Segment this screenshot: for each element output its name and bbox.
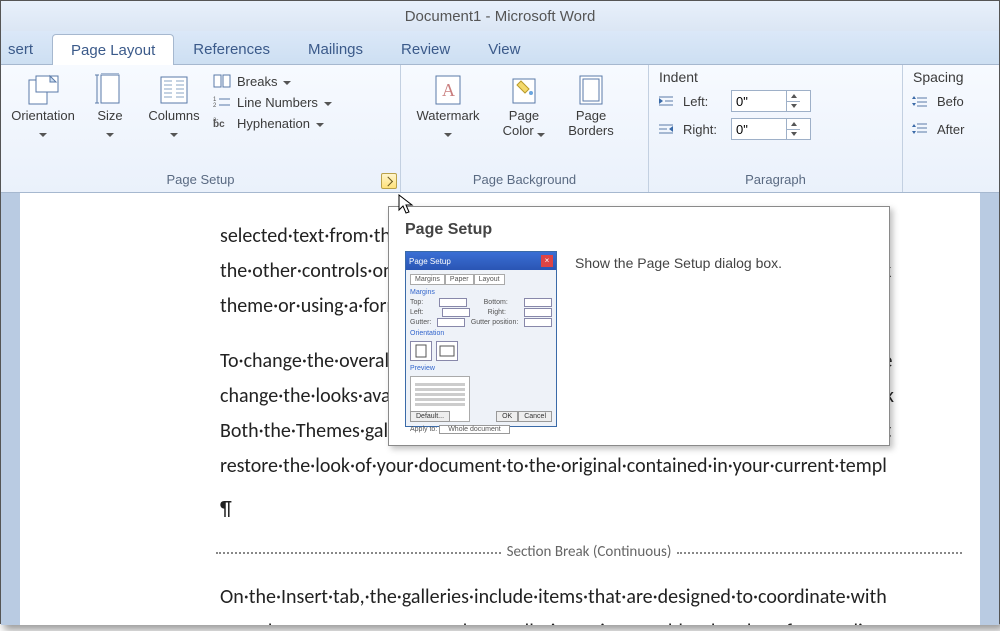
indent-left-label: Left: (683, 94, 727, 109)
chevron-down-icon (283, 81, 291, 85)
indent-right-input[interactable] (732, 119, 786, 139)
watermark-button[interactable]: A Watermark (409, 69, 487, 139)
tooltip-title: Page Setup (405, 221, 873, 239)
indent-left-input[interactable] (732, 91, 786, 111)
spacing-after-icon (911, 122, 933, 136)
pilcrow: ¶ (220, 494, 962, 525)
line-numbers-button[interactable]: 12 Line Numbers (213, 94, 332, 110)
tooltip-dialog-preview: Page Setup× MarginsPaperLayout Margins T… (405, 251, 557, 427)
spin-down[interactable] (787, 130, 800, 140)
group-paragraph-spacing: Spacing Befo After (903, 65, 999, 192)
page-color-icon (507, 73, 541, 107)
body-text: On·the·Insert·tab,·the·galleries·include… (220, 582, 962, 613)
tab-view[interactable]: View (469, 33, 539, 64)
page-setup-launcher[interactable] (381, 173, 397, 189)
tab-mailings[interactable]: Mailings (289, 33, 382, 64)
indent-right-spinner[interactable] (731, 118, 811, 140)
spacing-before-icon (911, 94, 933, 108)
breaks-button[interactable]: Breaks (213, 73, 332, 89)
svg-text:2: 2 (213, 103, 217, 109)
spacing-before-label: Befo (937, 94, 981, 109)
hyphenation-button[interactable]: bca- Hyphenation (213, 115, 332, 131)
chevron-down-icon (106, 133, 114, 137)
hyphenation-label: Hyphenation (237, 116, 310, 131)
group-page-setup-label: Page Setup (167, 172, 235, 187)
section-break-label: Section Break (Continuous) (501, 541, 678, 564)
spin-down[interactable] (787, 102, 800, 112)
indent-right-label: Right: (683, 122, 727, 137)
body-text: your·document.·You·can·use·these·galleri… (220, 617, 962, 625)
indent-left-spinner[interactable] (731, 90, 811, 112)
spacing-after-label: After (937, 122, 981, 137)
ribbon: Orientation Size Columns (1, 65, 999, 193)
breaks-icon (213, 73, 231, 89)
orientation-button[interactable]: Orientation (9, 69, 77, 139)
window-title: Document1 - Microsoft Word (405, 8, 596, 25)
watermark-label: Watermark (416, 108, 479, 123)
chevron-down-icon (316, 123, 324, 127)
chevron-down-icon (170, 133, 178, 137)
close-icon: × (541, 255, 553, 267)
tooltip-text: Show the Page Setup dialog box. (575, 251, 782, 427)
tab-page-layout[interactable]: Page Layout (52, 34, 174, 65)
chevron-down-icon (324, 102, 332, 106)
size-icon (93, 73, 127, 107)
group-paragraph-label: Paragraph (745, 172, 806, 187)
tab-review[interactable]: Review (382, 33, 469, 64)
breaks-label: Breaks (237, 74, 277, 89)
chevron-down-icon (444, 133, 452, 137)
indent-heading: Indent (659, 69, 698, 85)
chevron-down-icon (537, 133, 545, 137)
tab-references[interactable]: References (174, 33, 289, 64)
spin-up[interactable] (787, 91, 800, 102)
spacing-heading: Spacing (913, 69, 964, 85)
chevron-down-icon (39, 133, 47, 137)
tab-insert[interactable]: sert (1, 33, 52, 64)
indent-left-icon (657, 94, 679, 108)
line-numbers-label: Line Numbers (237, 95, 318, 110)
page-borders-button[interactable]: PageBorders (561, 69, 621, 139)
section-break: Section Break (Continuous) (216, 541, 962, 564)
columns-label: Columns (148, 108, 199, 123)
svg-text:a-: a- (213, 117, 218, 123)
size-label: Size (97, 108, 122, 123)
title-bar: Document1 - Microsoft Word (1, 1, 999, 31)
group-page-setup: Orientation Size Columns (1, 65, 401, 192)
columns-button[interactable]: Columns (143, 69, 205, 139)
group-page-background-label: Page Background (473, 172, 576, 187)
group-paragraph-indent: Indent Left: Right: Paragraph (649, 65, 903, 192)
indent-right-icon (657, 122, 679, 136)
page-borders-icon (574, 73, 608, 107)
line-numbers-icon: 12 (213, 94, 231, 110)
spin-up[interactable] (787, 119, 800, 130)
page-color-button[interactable]: PageColor (495, 69, 553, 139)
page-color-label: PageColor (503, 108, 540, 138)
svg-text:A: A (442, 80, 455, 100)
page-setup-tooltip: Page Setup Page Setup× MarginsPaperLayou… (388, 206, 890, 446)
columns-icon (157, 73, 191, 107)
size-button[interactable]: Size (85, 69, 135, 139)
orientation-label: Orientation (11, 108, 75, 123)
group-page-background: A Watermark PageColor PageBorders Page B… (401, 65, 649, 192)
hyphenation-icon: bca- (213, 115, 231, 131)
page-borders-label: PageBorders (568, 109, 614, 139)
orientation-icon (26, 73, 60, 107)
ribbon-tabs: sert Page Layout References Mailings Rev… (1, 31, 999, 65)
watermark-icon: A (431, 73, 465, 107)
body-text: restore·the·look·of·your·document·to·the… (220, 451, 962, 482)
